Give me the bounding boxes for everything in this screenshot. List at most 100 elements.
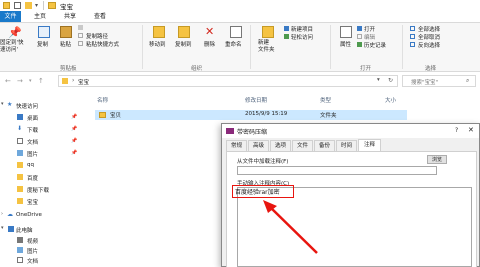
browse-button[interactable]: 浏览	[427, 155, 447, 164]
column-header-type[interactable]: 类型	[320, 96, 331, 104]
expand-chevron-icon[interactable]: ▾	[1, 101, 4, 107]
forward-arrow-icon[interactable]: →	[17, 77, 23, 85]
tab-backup[interactable]: 备份	[314, 140, 335, 151]
tab-home[interactable]: 主页	[28, 11, 52, 22]
tab-comment[interactable]: 注释	[358, 139, 381, 151]
ribbon-separator	[250, 25, 251, 69]
help-button[interactable]: ?	[455, 127, 458, 134]
breadcrumb-current[interactable]: 宝宝	[78, 78, 89, 86]
expand-chevron-icon[interactable]: ▾	[1, 225, 4, 231]
open-button[interactable]: 打开	[364, 25, 375, 33]
folder-title-icon	[48, 2, 56, 9]
copy-to-button[interactable]: 复制到	[175, 40, 192, 48]
properties-icon[interactable]	[14, 2, 21, 9]
navigation-pane: ▾ ★ 快速访问 桌面 📌 ⬇ 下载 📌 文档 📌 图片 📌 qq 百度 度秘下…	[0, 90, 92, 267]
properties-button[interactable]: 属性	[340, 40, 351, 48]
select-none-icon	[410, 34, 415, 39]
select-all-button[interactable]: 全部选择	[418, 25, 440, 33]
nav-pictures[interactable]: 图片 📌	[0, 148, 92, 159]
list-item[interactable]: 宝贝 2015/9/9 15:19 文件夹	[95, 110, 407, 120]
history-button[interactable]: 历史记录	[364, 41, 386, 49]
nav-item-label: 文档	[27, 259, 39, 265]
pin-icon: 📌	[71, 138, 78, 144]
copy-path-icon	[78, 33, 83, 38]
address-dropdown-icon[interactable]: ▾	[377, 77, 380, 83]
delete-icon: ✕	[205, 25, 215, 38]
pictures-icon	[17, 150, 23, 156]
paste-icon	[60, 26, 72, 38]
paste-shortcut-button[interactable]: 粘贴快捷方式	[86, 40, 119, 48]
back-arrow-icon[interactable]: ←	[5, 77, 11, 85]
organize-group-label: 组织	[191, 66, 203, 72]
tab-general[interactable]: 常规	[226, 140, 247, 151]
copy-path-button[interactable]: 复制路径	[86, 32, 108, 40]
address-bar[interactable]: › 宝宝 ▾ ↻	[58, 75, 398, 87]
clipboard-group-label: 剪贴板	[60, 66, 77, 72]
invert-selection-button[interactable]: 反向选择	[418, 41, 440, 49]
nav-onedrive[interactable]: › ☁ OneDrive	[0, 210, 92, 221]
folder-icon	[17, 174, 23, 180]
load-file-input[interactable]	[237, 166, 437, 175]
tab-advanced[interactable]: 高级	[248, 140, 269, 151]
close-icon[interactable]: ✕	[468, 126, 474, 134]
column-header-size[interactable]: 大小	[385, 96, 396, 104]
tab-files[interactable]: 文件	[292, 140, 313, 151]
nav-folder-qq[interactable]: qq	[0, 160, 92, 171]
new-item-icon	[284, 26, 289, 31]
nav-desktop[interactable]: 桌面 📌	[0, 112, 92, 123]
up-arrow-icon[interactable]: ↑	[38, 77, 44, 85]
history-icon	[357, 42, 362, 47]
expand-chevron-icon[interactable]: ›	[1, 211, 3, 217]
nav-item-label: 图片	[27, 249, 39, 255]
cloud-icon: ☁	[7, 211, 13, 218]
nav-downloads[interactable]: ⬇ 下载 📌	[0, 124, 92, 135]
window-title: 宝宝	[60, 3, 73, 11]
nav-folder-baidu[interactable]: 百度	[0, 172, 92, 183]
tab-view[interactable]: 查看	[88, 11, 112, 22]
tab-options[interactable]: 选项	[270, 140, 291, 151]
qat-dropdown-icon[interactable]: ▾	[35, 2, 38, 9]
copy-to-icon	[178, 26, 190, 38]
paste-button[interactable]: 粘贴	[60, 40, 71, 48]
recent-locations-icon[interactable]: ▾	[29, 78, 32, 84]
pin-icon: 📌	[71, 150, 78, 156]
nav-documents[interactable]: 文档 📌	[0, 136, 92, 147]
nav-documents-pc[interactable]: 文档	[0, 255, 92, 266]
nav-item-label: qq	[27, 162, 34, 168]
archive-icon	[226, 128, 234, 134]
new-folder-icon[interactable]	[25, 2, 32, 9]
refresh-icon[interactable]: ↻	[388, 77, 393, 84]
edit-button[interactable]: 编辑	[364, 33, 375, 41]
tab-time[interactable]: 时间	[336, 140, 357, 151]
nav-item-label: 度秘下载	[27, 188, 50, 194]
folder-icon	[17, 198, 23, 204]
ribbon: 📌 固定到'快 速访问' 复制 粘贴 复制路径 粘贴快捷方式 剪贴板 移动到 复…	[0, 22, 480, 72]
nav-quick-access[interactable]: ▾ ★ 快速访问	[0, 100, 92, 111]
tab-file[interactable]: 文件	[0, 11, 21, 22]
pin-quick-access-button[interactable]: 固定到'快 速访问'	[0, 40, 24, 54]
nav-folder-baobao[interactable]: 宝宝	[0, 196, 92, 207]
nav-item-label: 文档	[27, 140, 39, 146]
invert-selection-icon	[410, 42, 415, 47]
copy-button[interactable]: 复制	[37, 40, 48, 48]
tab-share[interactable]: 共享	[58, 11, 82, 22]
folder-icon	[3, 2, 10, 9]
ribbon-separator	[142, 25, 143, 69]
move-to-button[interactable]: 移动到	[149, 40, 166, 48]
column-header-name[interactable]: 名称	[97, 96, 108, 104]
select-none-button[interactable]: 全部取消	[418, 33, 440, 41]
nav-folder-dumi[interactable]: 度秘下载	[0, 184, 92, 195]
search-input[interactable]: 搜索"宝宝"	[411, 78, 438, 86]
delete-button[interactable]: 删除	[204, 40, 215, 48]
column-header-date[interactable]: 修改日期	[245, 96, 267, 104]
new-folder-button[interactable]: 新建 文件夹	[258, 40, 275, 54]
easy-access-button[interactable]: 轻松访问	[291, 33, 313, 41]
rename-button[interactable]: 重命名	[225, 40, 242, 48]
breadcrumb-chevron-icon[interactable]: ›	[72, 77, 74, 84]
search-icon[interactable]: ⌕	[466, 77, 469, 85]
dialog-title-bar: 带密码压缩 ? ✕	[222, 124, 479, 138]
search-box[interactable]: 搜索"宝宝" ⌕	[402, 75, 476, 87]
new-item-button[interactable]: 新建项目	[291, 25, 313, 33]
nav-this-pc[interactable]: ▾ 此电脑	[0, 224, 92, 235]
arrow-shaft	[268, 205, 318, 254]
